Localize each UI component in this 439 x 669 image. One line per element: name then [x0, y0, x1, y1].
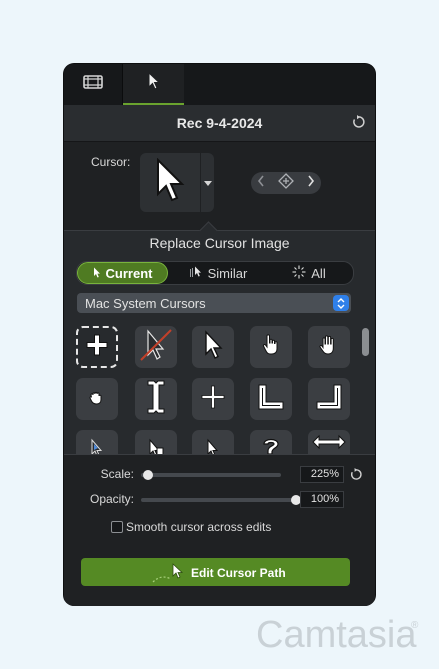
reset-icon[interactable]: [351, 115, 365, 134]
cursor-tile-move[interactable]: [192, 378, 234, 420]
cursor-tile-arrow-small-2[interactable]: [192, 430, 234, 454]
updown-chevron-icon: [333, 295, 349, 311]
hotspot-icon: [278, 172, 294, 194]
replace-title: Replace Cursor Image: [149, 235, 290, 251]
segment-all-label: All: [311, 265, 326, 281]
cursor-icon: [147, 71, 161, 95]
cursor-grid-rows: [64, 320, 375, 454]
cursor-tile-resize-corner[interactable]: [250, 378, 292, 420]
clip-header: Rec 9-4-2024: [64, 105, 375, 142]
segment-all[interactable]: All: [267, 262, 351, 284]
small-arrow-icon: [205, 438, 221, 454]
arrow-cursor-icon: [155, 157, 185, 207]
cursor-path-icon: [151, 562, 185, 589]
sparkle-icon: [292, 265, 306, 282]
tab-cursor[interactable]: [123, 64, 184, 105]
ibeam-icon: [146, 379, 166, 420]
camtasia-logo: Camtasia: [256, 614, 417, 656]
tab-media[interactable]: [64, 64, 122, 105]
cursor-tile-help[interactable]: [250, 430, 292, 454]
edit-cursor-path-button[interactable]: Edit Cursor Path: [81, 558, 350, 586]
opacity-label: Opacity:: [89, 492, 134, 506]
chevron-right-icon[interactable]: [307, 174, 315, 192]
cursor-tile-arrow-copy[interactable]: [135, 430, 177, 454]
cursor-label: Cursor:: [91, 155, 131, 169]
cursor-settings: Scale: 225% Opacity: 100% Smooth cursor …: [64, 454, 375, 606]
similar-cursor-icon: [189, 266, 203, 281]
cursor-tile-resize[interactable]: [308, 430, 350, 454]
grid-scrollbar[interactable]: [362, 328, 369, 356]
opacity-slider[interactable]: [141, 498, 296, 502]
cursor-set-value: Mac System Cursors: [85, 296, 206, 311]
edit-cursor-path-label: Edit Cursor Path: [191, 566, 286, 580]
cursor-dropdown-button[interactable]: [201, 153, 214, 212]
segment-similar[interactable]: Similar: [173, 262, 263, 284]
smooth-cursor-label: Smooth cursor across edits: [126, 520, 272, 534]
chevron-down-icon: [203, 174, 212, 192]
copy-arrow-icon: [147, 438, 165, 454]
cursor-tile-resize-corner-alt[interactable]: [308, 378, 350, 420]
grab-icon: [88, 388, 106, 411]
cursor-tile-grab[interactable]: [76, 378, 118, 420]
corner-resize-icon: [256, 382, 286, 417]
segment-current-label: Current: [105, 265, 153, 281]
resize-cursor-icon: [311, 434, 347, 455]
cursor-icon: [93, 266, 101, 281]
cursor-tile-ibeam[interactable]: [135, 378, 177, 420]
plus-cursor-icon: [200, 384, 226, 415]
opacity-value[interactable]: 100%: [300, 491, 344, 508]
scale-value[interactable]: 225%: [300, 466, 344, 483]
clip-title: Rec 9-4-2024: [176, 115, 263, 131]
scale-slider[interactable]: [141, 473, 281, 477]
segment-current[interactable]: Current: [77, 262, 168, 284]
chevron-left-icon[interactable]: [257, 174, 265, 192]
tab-bar: [64, 64, 375, 105]
cursor-set-select[interactable]: Mac System Cursors: [77, 293, 351, 313]
cursor-tile-arrow-small[interactable]: [76, 430, 118, 454]
film-strip-icon: [83, 74, 103, 95]
scale-slider-knob[interactable]: [143, 470, 153, 480]
smooth-cursor-checkbox[interactable]: [111, 521, 123, 533]
small-arrow-icon: [89, 438, 105, 454]
registered-mark: ®: [411, 620, 419, 631]
segment-similar-label: Similar: [207, 265, 248, 281]
cursor-filter-segmented-control: Current Similar All: [76, 261, 354, 285]
hotspot-control[interactable]: [251, 172, 321, 194]
reset-icon[interactable]: [349, 468, 362, 486]
help-cursor-icon: [258, 434, 284, 454]
cursor-preview[interactable]: [140, 153, 200, 212]
scale-label: Scale:: [100, 467, 134, 481]
corner-resize-alt-icon: [314, 382, 344, 417]
